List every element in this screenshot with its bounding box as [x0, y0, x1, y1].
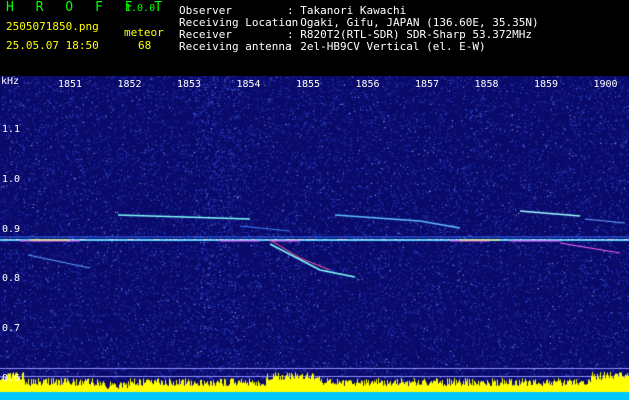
detection-count: 68	[138, 39, 152, 52]
date-time: 25.05.07 18:50	[6, 39, 99, 52]
x-tick-label: 1851	[58, 79, 83, 90]
antenna-label: Receiving antenna	[179, 40, 292, 53]
spectrogram-canvas	[0, 76, 629, 400]
x-tick-label: 1855	[296, 79, 321, 90]
x-tick-label: 1854	[236, 79, 261, 90]
mode-label: meteor	[124, 26, 164, 39]
app-version: 1.0.0	[125, 3, 156, 14]
y-tick-label: 0.9	[2, 223, 21, 235]
x-tick-label: 1856	[355, 79, 380, 90]
y-tick-label: 0.6	[2, 373, 21, 384]
header-panel: H R O F F T 1.0.0 2505071850.png 25.05.0…	[0, 0, 629, 76]
y-tick-label: 1.1	[2, 124, 21, 135]
x-tick-label: 1852	[117, 79, 142, 90]
x-tick-label: 1853	[177, 79, 202, 90]
y-axis-unit: kHz	[1, 76, 20, 87]
x-tick-label: 1900	[593, 79, 618, 90]
x-tick-label: 1857	[415, 79, 440, 90]
x-tick-label: 1859	[534, 79, 559, 90]
x-tick-label: 1858	[474, 79, 499, 90]
file-name: 2505071850.png	[6, 20, 99, 33]
antenna-value: : 2el-HB9CV Vertical (el. E-W)	[287, 40, 486, 53]
y-tick-label: 0.8	[2, 273, 21, 285]
y-tick-label: 1.0	[2, 173, 21, 185]
y-tick-label: 0.7	[2, 323, 21, 335]
